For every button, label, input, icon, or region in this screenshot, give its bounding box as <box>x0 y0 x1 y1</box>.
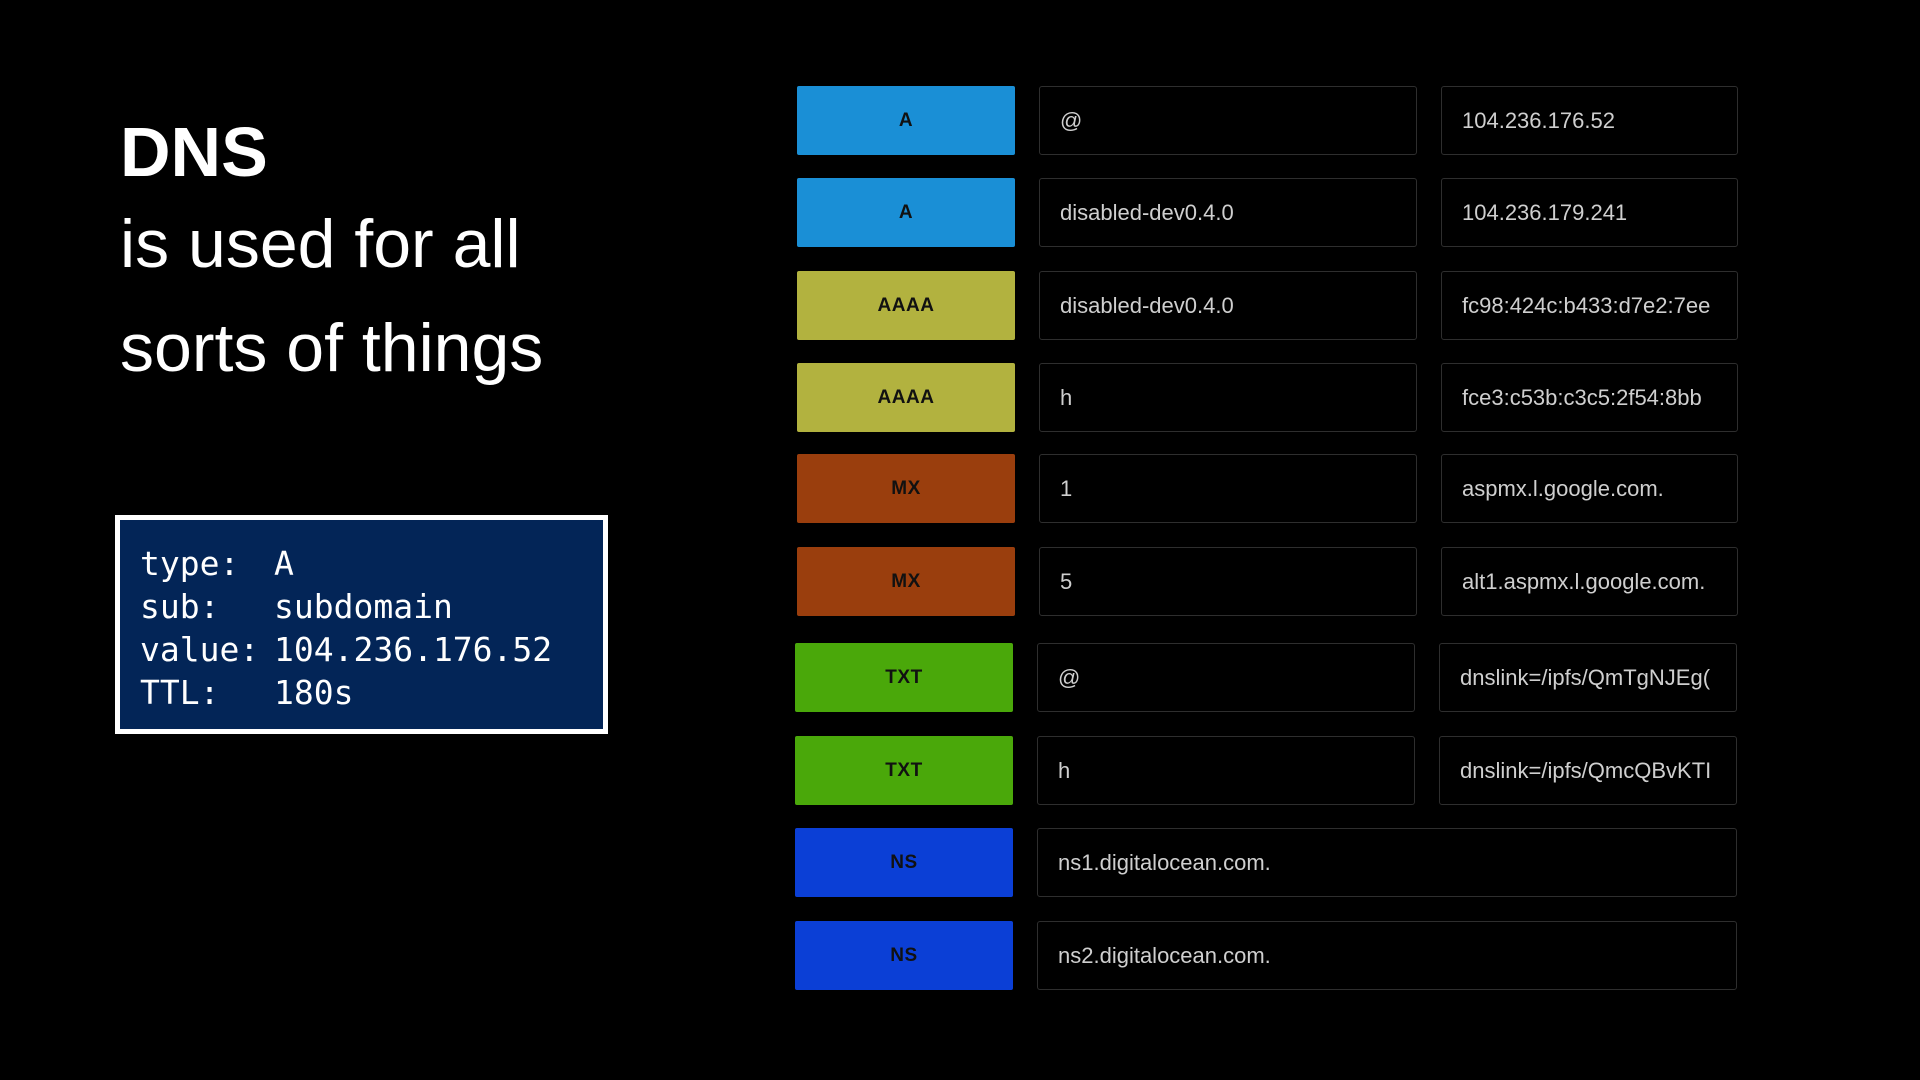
record-priority-field[interactable]: 1 <box>1039 454 1417 523</box>
record-type-badge[interactable]: NS <box>795 828 1013 897</box>
record-priority-field[interactable]: 5 <box>1039 547 1417 616</box>
record-nameserver: ns2.digitalocean.com. <box>1058 942 1271 968</box>
record-value-field[interactable]: alt1.aspmx.l.google.com. <box>1441 547 1738 616</box>
record-value-field[interactable]: aspmx.l.google.com. <box>1441 454 1738 523</box>
dns-records-list: A @ 104.236.176.52 A disabled-dev0.4.0 1… <box>0 0 1920 1080</box>
record-value-field[interactable]: fce3:c53b:c3c5:2f54:8bb <box>1441 363 1738 432</box>
record-hostname: @ <box>1060 107 1083 133</box>
record-type-badge[interactable]: TXT <box>795 643 1013 712</box>
record-priority: 1 <box>1060 475 1073 501</box>
record-hostname: h <box>1060 384 1073 410</box>
record-hostname: disabled-dev0.4.0 <box>1060 292 1234 318</box>
record-hostname-field[interactable]: @ <box>1037 643 1415 712</box>
record-value: aspmx.l.google.com. <box>1462 475 1664 501</box>
record-type-badge[interactable]: A <box>797 86 1015 155</box>
record-type-badge[interactable]: AAAA <box>797 363 1015 432</box>
record-type-badge[interactable]: AAAA <box>797 271 1015 340</box>
record-value: fce3:c53b:c3c5:2f54:8bb <box>1462 384 1702 410</box>
record-type-badge[interactable]: MX <box>797 454 1015 523</box>
record-value-field[interactable]: 104.236.176.52 <box>1441 86 1738 155</box>
record-value: alt1.aspmx.l.google.com. <box>1462 568 1706 594</box>
record-type-badge[interactable]: A <box>797 178 1015 247</box>
record-value-field[interactable]: dnslink=/ipfs/QmcQBvKTI <box>1439 736 1737 805</box>
record-hostname-field[interactable]: @ <box>1039 86 1417 155</box>
record-hostname-field[interactable]: disabled-dev0.4.0 <box>1039 178 1417 247</box>
record-value: dnslink=/ipfs/QmcQBvKTI <box>1460 757 1712 783</box>
record-value: 104.236.179.241 <box>1462 199 1628 225</box>
record-value: dnslink=/ipfs/QmTgNJEg( <box>1460 664 1711 690</box>
record-type-badge[interactable]: NS <box>795 921 1013 990</box>
record-value-field[interactable]: dnslink=/ipfs/QmTgNJEg( <box>1439 643 1737 712</box>
record-hostname: @ <box>1058 664 1081 690</box>
record-value: fc98:424c:b433:d7e2:7ee <box>1462 292 1711 318</box>
record-type-badge[interactable]: TXT <box>795 736 1013 805</box>
record-nameserver-field[interactable]: ns1.digitalocean.com. <box>1037 828 1737 897</box>
record-value: 104.236.176.52 <box>1462 107 1615 133</box>
record-hostname: h <box>1058 757 1071 783</box>
record-nameserver-field[interactable]: ns2.digitalocean.com. <box>1037 921 1737 990</box>
record-nameserver: ns1.digitalocean.com. <box>1058 849 1271 875</box>
record-hostname: disabled-dev0.4.0 <box>1060 199 1234 225</box>
record-priority: 5 <box>1060 568 1073 594</box>
record-type-badge[interactable]: MX <box>797 547 1015 616</box>
record-value-field[interactable]: 104.236.179.241 <box>1441 178 1738 247</box>
record-hostname-field[interactable]: h <box>1037 736 1415 805</box>
record-value-field[interactable]: fc98:424c:b433:d7e2:7ee <box>1441 271 1738 340</box>
record-hostname-field[interactable]: disabled-dev0.4.0 <box>1039 271 1417 340</box>
record-hostname-field[interactable]: h <box>1039 363 1417 432</box>
